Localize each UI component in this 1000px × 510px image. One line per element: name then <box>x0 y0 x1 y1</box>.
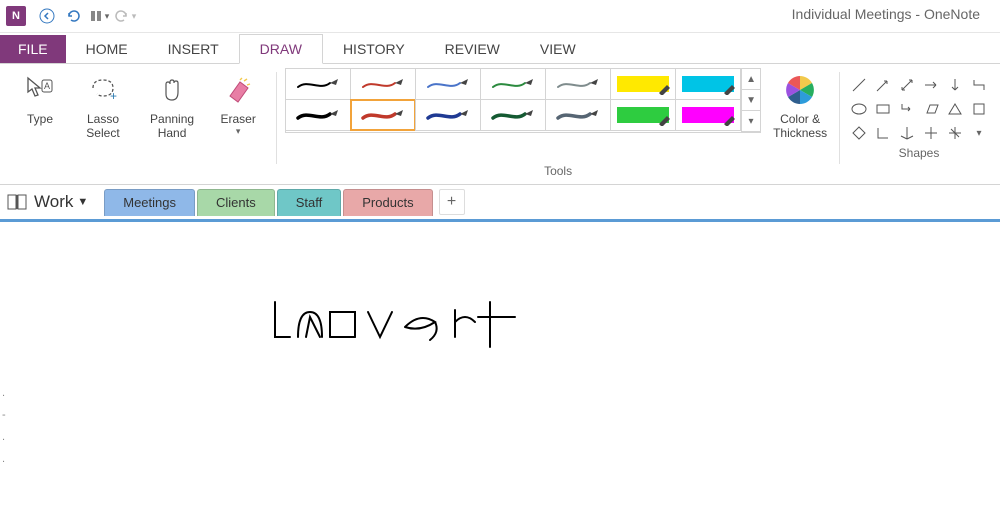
pen-swatch[interactable] <box>480 68 546 100</box>
panning-label: Panning Hand <box>140 112 204 140</box>
group-shapes: ▾ Shapes <box>844 68 994 184</box>
shape-arrow-right[interactable] <box>920 74 942 96</box>
shape-axes-3d[interactable] <box>896 122 918 144</box>
qat-customize-button[interactable]: ▾ <box>86 3 112 29</box>
onenote-app-icon: N <box>6 6 26 26</box>
highlighter-swatch[interactable] <box>610 68 676 100</box>
add-section-button[interactable]: + <box>439 189 465 215</box>
gallery-scroll-down[interactable]: ▼ <box>742 90 760 111</box>
notebook-bar: Work ▼ Meetings Clients Staff Products + <box>0 185 1000 222</box>
section-tab[interactable]: Staff <box>277 189 342 216</box>
tab-home[interactable]: HOME <box>66 35 148 63</box>
quick-access-toolbar: N ▾ ▾ Individual Meetings - OneNote <box>0 0 1000 33</box>
shape-line[interactable] <box>848 74 870 96</box>
shape-rectangle[interactable] <box>872 98 894 120</box>
page-margin-marks: .-.. <box>2 382 6 470</box>
tab-view[interactable]: VIEW <box>520 35 596 63</box>
eraser-label: Eraser <box>220 112 255 126</box>
back-arrow-icon <box>39 8 55 24</box>
highlighter-swatch[interactable] <box>675 68 741 100</box>
highlighter-swatch[interactable] <box>610 99 676 131</box>
section-tab[interactable]: Products <box>343 189 432 216</box>
svg-text:+: + <box>110 89 117 103</box>
shapes-more-button[interactable]: ▾ <box>968 122 990 144</box>
undo-button[interactable] <box>60 3 86 29</box>
svg-text:A: A <box>44 81 50 91</box>
customize-qat-icon <box>89 9 103 23</box>
tab-review[interactable]: REVIEW <box>425 35 520 63</box>
pen-gallery-scroll: ▲ ▼ ▾ <box>741 68 761 133</box>
panning-hand-button[interactable]: Panning Hand <box>136 68 208 162</box>
eraser-button[interactable]: Eraser ▾ <box>208 68 268 162</box>
section-tab-label: Clients <box>216 195 256 210</box>
pen-swatch[interactable] <box>350 68 416 100</box>
pen-swatch[interactable] <box>545 99 611 131</box>
lasso-label: Lasso Select <box>74 112 132 140</box>
pen-gallery[interactable] <box>285 68 742 133</box>
section-tab-label: Products <box>362 195 413 210</box>
lasso-select-button[interactable]: + Lasso Select <box>70 68 136 162</box>
pen-swatch[interactable] <box>350 99 416 131</box>
shape-parallelogram[interactable] <box>920 98 942 120</box>
redo-icon <box>114 8 130 24</box>
group-label-blank1 <box>10 162 268 182</box>
highlighter-swatch[interactable] <box>675 99 741 131</box>
shape-arrow-down[interactable] <box>944 74 966 96</box>
window-title: Individual Meetings - OneNote <box>792 6 980 22</box>
lasso-icon: + <box>85 72 121 108</box>
tab-draw[interactable]: DRAW <box>239 34 323 64</box>
gallery-more-button[interactable]: ▾ <box>742 111 760 132</box>
shape-triangle[interactable] <box>944 98 966 120</box>
shape-elbow-arrow[interactable] <box>896 98 918 120</box>
ribbon: A Type + Lasso Select Panning Hand <box>0 64 1000 185</box>
eraser-icon <box>220 72 256 108</box>
tab-history[interactable]: HISTORY <box>323 35 425 63</box>
type-cursor-icon: A <box>22 72 58 108</box>
back-button[interactable] <box>34 3 60 29</box>
shape-square[interactable] <box>968 98 990 120</box>
shape-ellipse[interactable] <box>848 98 870 120</box>
color-thickness-button[interactable]: Color & Thickness <box>769 68 831 162</box>
color-wheel-icon <box>782 72 818 108</box>
section-tab[interactable]: Meetings <box>104 189 195 216</box>
shape-arrow[interactable] <box>872 74 894 96</box>
shapes-gallery[interactable]: ▾ <box>848 74 990 144</box>
shape-axes-xyz[interactable] <box>944 122 966 144</box>
type-label: Type <box>27 112 53 126</box>
pen-swatch[interactable] <box>285 68 351 100</box>
notebook-name[interactable]: Work <box>34 192 73 212</box>
type-button[interactable]: A Type <box>10 68 70 162</box>
group-label-shapes: Shapes <box>848 144 990 164</box>
group-select-tools: A Type + Lasso Select Panning Hand <box>6 68 272 184</box>
handwritten-text-convert[interactable] <box>260 282 660 402</box>
tab-file[interactable]: FILE <box>0 35 66 63</box>
shape-elbow-connector[interactable] <box>968 74 990 96</box>
pen-swatch[interactable] <box>415 68 481 100</box>
section-tab-label: Meetings <box>123 195 176 210</box>
group-label-tools: Tools <box>285 162 831 182</box>
page-canvas[interactable]: .-.. <box>0 222 1000 510</box>
pen-swatch[interactable] <box>415 99 481 131</box>
gallery-scroll-up[interactable]: ▲ <box>742 69 760 90</box>
shape-double-arrow[interactable] <box>896 74 918 96</box>
undo-icon <box>65 8 81 24</box>
hand-icon <box>154 72 190 108</box>
redo-button[interactable]: ▾ <box>112 3 138 29</box>
pen-swatch[interactable] <box>545 68 611 100</box>
pen-swatch[interactable] <box>285 99 351 131</box>
group-tools: ▲ ▼ ▾ Color & Thickness <box>281 68 835 184</box>
shape-axes-2d[interactable] <box>872 122 894 144</box>
section-tab-label: Staff <box>296 195 323 210</box>
ribbon-tabs: FILE HOME INSERT DRAW HISTORY REVIEW VIE… <box>0 33 1000 64</box>
notebook-icon[interactable] <box>6 191 28 213</box>
pen-swatch[interactable] <box>480 99 546 131</box>
color-thickness-label: Color & Thickness <box>773 112 827 140</box>
shape-axes-xy[interactable] <box>920 122 942 144</box>
tab-insert[interactable]: INSERT <box>148 35 239 63</box>
section-tab[interactable]: Clients <box>197 189 275 216</box>
shape-diamond[interactable] <box>848 122 870 144</box>
notebook-dropdown-caret[interactable]: ▼ <box>77 196 88 208</box>
